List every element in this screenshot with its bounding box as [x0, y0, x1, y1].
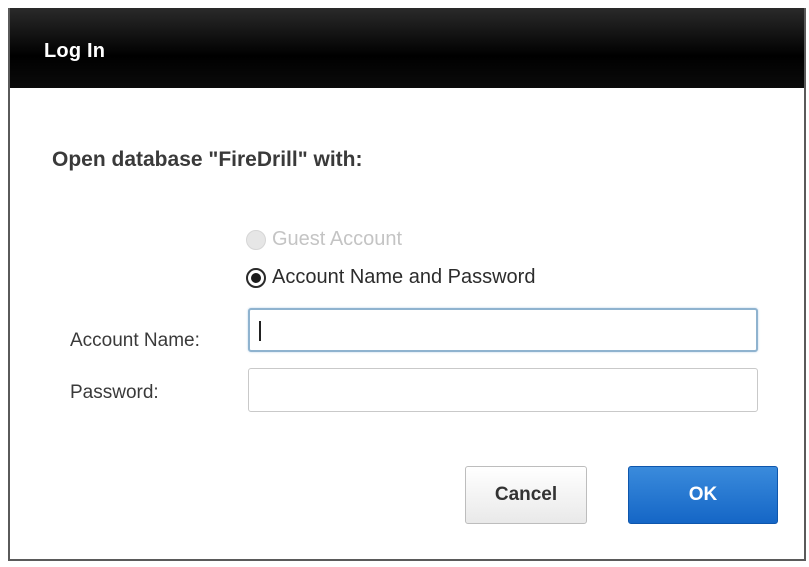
password-label: Password: [70, 382, 159, 403]
guest-account-option: Guest Account [246, 228, 402, 251]
ok-button[interactable]: OK [628, 466, 778, 524]
login-dialog: Log In Open database "FireDrill" with: G… [8, 8, 806, 561]
dialog-title: Log In [44, 40, 106, 62]
cancel-button[interactable]: Cancel [465, 466, 587, 524]
page-top-strip [0, 0, 809, 8]
dialog-heading: Open database "FireDrill" with: [52, 148, 363, 171]
account-password-option[interactable]: Account Name and Password [246, 266, 535, 289]
text-caret [259, 321, 261, 341]
guest-account-radio [246, 229, 266, 250]
dialog-title-bar[interactable]: Log In [10, 8, 804, 88]
account-password-label[interactable]: Account Name and Password [272, 266, 535, 289]
guest-account-label: Guest Account [272, 228, 403, 250]
account-name-label: Account Name: [70, 330, 200, 351]
password-input[interactable] [248, 368, 758, 412]
account-name-input[interactable] [248, 308, 758, 352]
account-password-radio[interactable] [246, 267, 266, 288]
